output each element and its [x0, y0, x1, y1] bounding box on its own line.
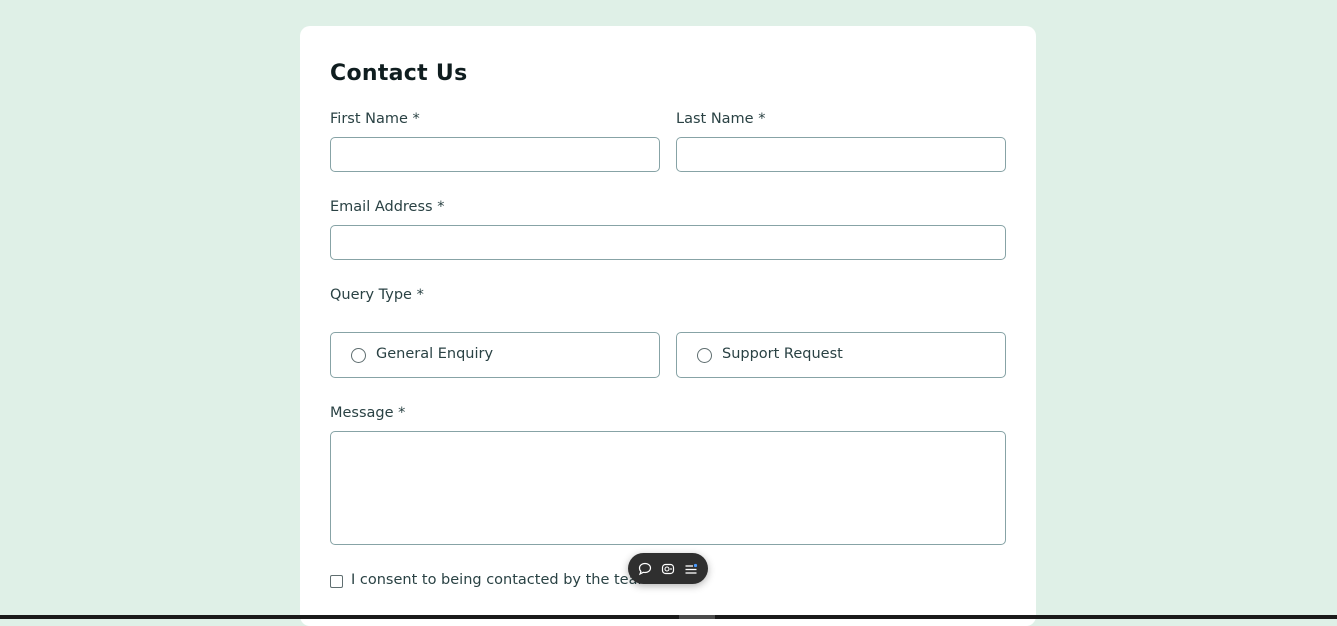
radio-button-support-request[interactable]	[697, 348, 712, 363]
last-name-input[interactable]	[676, 137, 1006, 172]
screenshot-icon[interactable]	[659, 560, 677, 578]
contact-form-card: Contact Us First Name * Last Name * Emai…	[300, 26, 1036, 626]
first-name-input[interactable]	[330, 137, 660, 172]
first-name-label: First Name *	[330, 111, 420, 127]
query-type-label: Query Type *	[330, 287, 424, 303]
radio-label-general-enquiry: General Enquiry	[376, 346, 494, 362]
page-title: Contact Us	[330, 61, 468, 86]
message-label: Message *	[330, 405, 406, 421]
email-label: Email Address *	[330, 199, 445, 215]
floating-toolbar	[628, 553, 708, 584]
taskbar-item[interactable]	[679, 615, 715, 619]
taskbar	[0, 615, 1337, 619]
message-textarea[interactable]	[330, 431, 1006, 545]
email-input[interactable]	[330, 225, 1006, 260]
consent-label: I consent to being contacted by the team…	[351, 572, 664, 588]
radio-option-general-enquiry[interactable]: General Enquiry	[330, 332, 660, 378]
last-name-label: Last Name *	[676, 111, 766, 127]
radio-label-support-request: Support Request	[722, 346, 843, 362]
comment-icon[interactable]	[636, 560, 654, 578]
radio-button-general-enquiry[interactable]	[351, 348, 366, 363]
consent-checkbox[interactable]	[330, 575, 343, 588]
menu-icon[interactable]	[682, 560, 700, 578]
radio-option-support-request[interactable]: Support Request	[676, 332, 1006, 378]
